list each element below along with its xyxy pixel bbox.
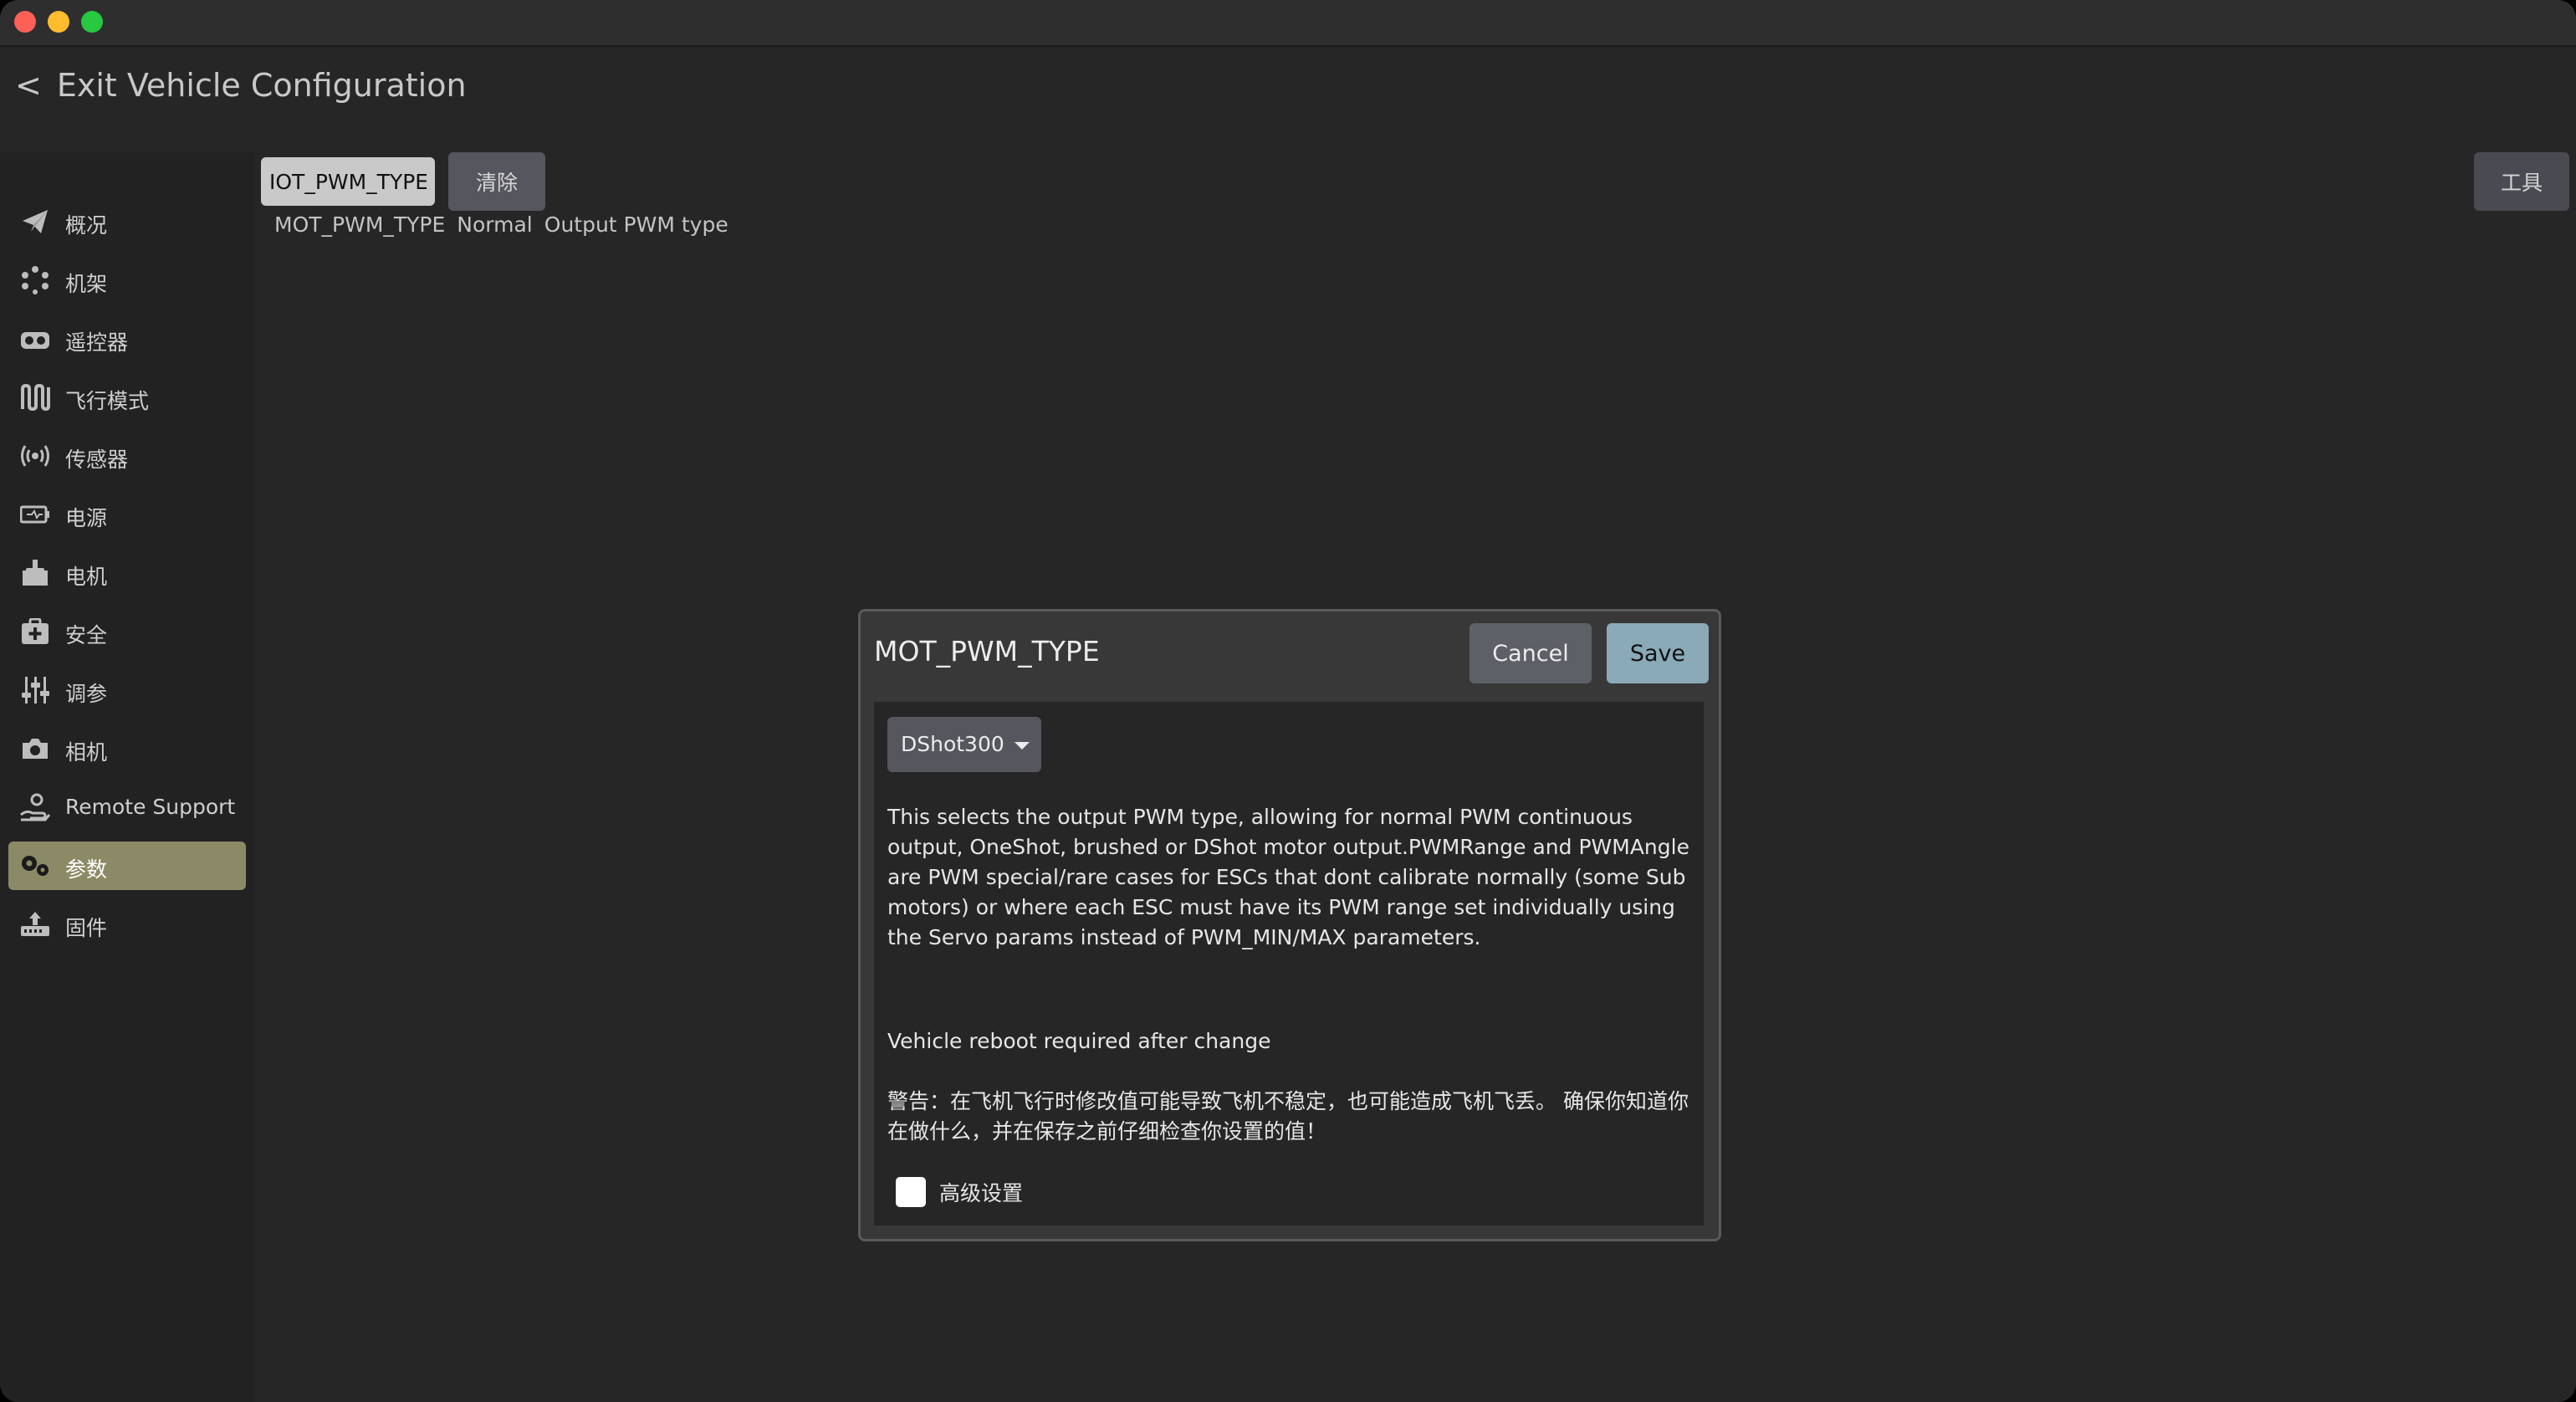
paper-plane-icon [20,207,50,237]
sidebar-item-label: 机架 [65,272,108,296]
sidebar-item-firmware[interactable]: 固件 [8,900,246,949]
sidebar-item-label: Remote Support [65,795,236,819]
sidebar-item-airframe[interactable]: 机架 [8,256,246,304]
exit-vehicle-configuration-link[interactable]: < Exit Vehicle Configuration [15,67,467,104]
battery-icon [20,499,50,530]
motor-icon [20,558,50,588]
selected-value: DShot300 [901,732,1004,756]
dialog-title: MOT_PWM_TYPE [874,635,1100,668]
chevron-down-icon [1015,742,1030,750]
main-content: < Exit Vehicle Configuration 概况 机架 遥控器 飞… [0,47,2576,1402]
sidebar-item-label: 飞行模式 [65,389,150,413]
close-window-button[interactable] [14,11,36,33]
reboot-required-note: Vehicle reboot required after change [887,1029,1271,1053]
sensor-signal-icon [20,441,50,471]
sidebar-item-remote-support[interactable]: Remote Support [8,783,246,831]
camera-icon [20,734,50,764]
sidebar-item-summary[interactable]: 概况 [8,197,246,246]
parameter-name: MOT_PWM_TYPE [274,212,446,237]
parameter-long-description: This selects the output PWM type, allowi… [887,805,1689,949]
sidebar-item-label: 电源 [65,506,108,530]
sidebar-item-power[interactable]: 电源 [8,490,246,539]
app-window: < Exit Vehicle Configuration 概况 机架 遥控器 飞… [0,0,2576,1402]
parameter-value: Normal [457,212,533,237]
value-select[interactable]: DShot300 [887,717,1041,772]
parameter-row[interactable]: MOT_PWM_TYPE Normal Output PWM type [274,212,740,237]
advanced-settings-label: 高级设置 [939,1181,1024,1205]
tools-button[interactable]: 工具 [2474,152,2569,211]
parameter-edit-dialog: MOT_PWM_TYPE Cancel Save DShot300 This s… [858,609,1721,1241]
sidebar-item-label: 相机 [65,740,108,765]
sidebar-item-label: 传感器 [65,448,129,472]
firmware-upload-icon [20,909,50,939]
sidebar-item-safety[interactable]: 安全 [8,607,246,656]
sidebar-item-label: 概况 [65,213,108,238]
sidebar-item-motors[interactable]: 电机 [8,549,246,597]
sidebar-item-tuning[interactable]: 调参 [8,666,246,714]
exit-label: Exit Vehicle Configuration [56,67,467,104]
sidebar-item-parameters[interactable]: 参数 [8,842,246,890]
maximize-window-button[interactable] [81,11,103,33]
save-button[interactable]: Save [1607,623,1709,683]
advanced-settings-toggle[interactable]: 高级设置 [896,1175,1023,1209]
sidebar-item-label: 安全 [65,623,108,647]
sidebar-item-label: 固件 [65,916,108,940]
sidebar-item-label: 电机 [65,565,108,589]
sidebar-item-flight-modes[interactable]: 飞行模式 [8,373,246,422]
clear-button[interactable]: 清除 [448,152,545,211]
first-aid-kit-icon [20,617,50,647]
hand-support-icon [20,792,50,822]
dialog-body: DShot300 This selects the output PWM typ… [874,702,1704,1225]
back-chevron-icon: < [15,67,42,104]
minimize-window-button[interactable] [48,11,69,33]
sliders-icon [20,675,50,705]
sidebar-item-radio[interactable]: 遥控器 [8,315,246,363]
parameter-search-input[interactable] [261,157,435,206]
sidebar-item-camera[interactable]: 相机 [8,724,246,773]
sidebar: 概况 机架 遥控器 飞行模式 传感器 电源 电机 安全 调参 相机 Remote… [0,152,254,1402]
airframe-dots-icon [20,265,50,295]
gears-icon [20,851,50,881]
sidebar-item-sensors[interactable]: 传感器 [8,432,246,480]
sidebar-item-label: 遥控器 [65,330,129,355]
advanced-settings-checkbox[interactable] [896,1177,926,1207]
flight-modes-icon [20,382,50,412]
radio-controller-icon [20,324,50,354]
cancel-button[interactable]: Cancel [1469,623,1592,683]
sidebar-item-label: 参数 [65,857,108,882]
title-bar [0,0,2576,47]
warning-text: 警告：在飞机飞行时修改值可能导致飞机不稳定，也可能造成飞机飞丢。 确保你知道你在… [887,1089,1689,1144]
sidebar-item-label: 调参 [65,682,108,706]
parameter-description: Output PWM type [544,212,728,237]
